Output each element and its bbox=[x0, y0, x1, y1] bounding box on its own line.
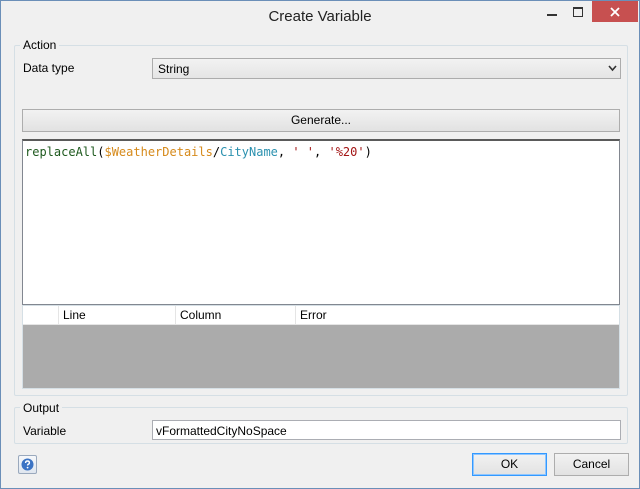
maximize-icon bbox=[573, 6, 583, 17]
expr-variable: $WeatherDetails bbox=[104, 145, 213, 159]
variable-name-value: vFormattedCityNoSpace bbox=[156, 424, 287, 438]
column-header-column[interactable]: Column bbox=[176, 306, 296, 325]
expr-separator: , bbox=[314, 145, 329, 159]
help-icon bbox=[21, 458, 34, 471]
expr-attribute: CityName bbox=[220, 145, 278, 159]
data-type-label: Data type bbox=[23, 61, 75, 75]
variable-name-input[interactable]: vFormattedCityNoSpace bbox=[152, 420, 621, 440]
create-variable-dialog: Create Variable Action Data type String … bbox=[0, 0, 640, 489]
action-group-label: Action bbox=[20, 38, 60, 52]
error-list-header: Line Column Error bbox=[23, 306, 619, 325]
column-header-indicator[interactable] bbox=[23, 306, 59, 325]
generate-button[interactable]: Generate... bbox=[22, 109, 620, 132]
expr-slash: / bbox=[212, 145, 221, 159]
expression-code: replaceAll($WeatherDetails/CityName, ' '… bbox=[25, 145, 372, 159]
title-bar[interactable]: Create Variable bbox=[1, 1, 639, 32]
column-header-line[interactable]: Line bbox=[59, 306, 176, 325]
expr-function: replaceAll bbox=[25, 145, 98, 159]
minimize-button[interactable] bbox=[539, 1, 565, 22]
cancel-button[interactable]: Cancel bbox=[554, 453, 629, 476]
expression-editor[interactable]: replaceAll($WeatherDetails/CityName, ' '… bbox=[22, 139, 620, 305]
ok-button[interactable]: OK bbox=[472, 453, 547, 476]
chevron-down-icon bbox=[608, 65, 617, 72]
error-list[interactable]: Line Column Error bbox=[22, 305, 620, 389]
expr-separator: , bbox=[277, 145, 293, 159]
expr-close-paren: ) bbox=[364, 145, 372, 159]
help-button[interactable] bbox=[18, 455, 37, 474]
close-button[interactable] bbox=[592, 1, 638, 22]
minimize-icon bbox=[547, 13, 557, 16]
data-type-select[interactable]: String bbox=[152, 58, 621, 79]
output-group-label: Output bbox=[20, 401, 63, 415]
data-type-value: String bbox=[158, 62, 190, 76]
column-header-error[interactable]: Error bbox=[296, 306, 619, 325]
expr-string-arg: '%20' bbox=[328, 145, 365, 159]
close-icon bbox=[610, 6, 620, 17]
expr-string-arg: ' ' bbox=[292, 145, 315, 159]
maximize-button[interactable] bbox=[565, 1, 591, 22]
variable-label: Variable bbox=[23, 424, 67, 438]
